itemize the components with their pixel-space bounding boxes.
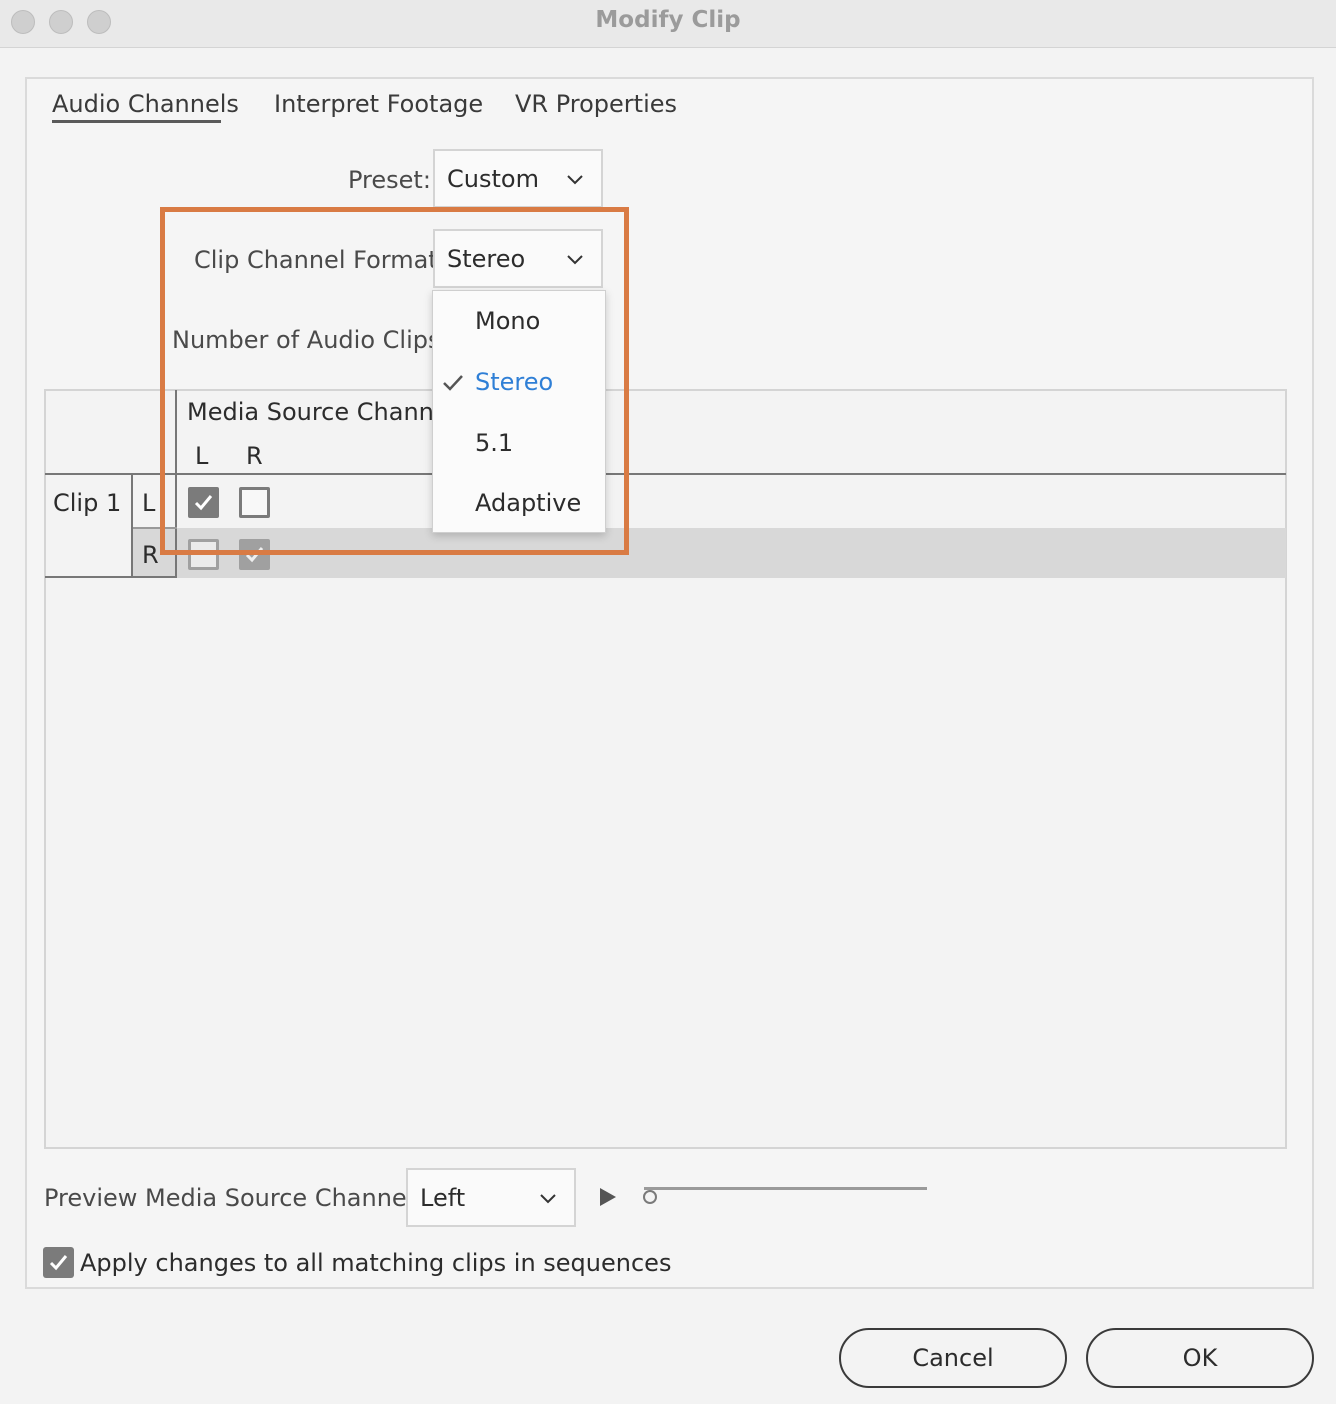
clip-column-divider [131,474,133,578]
preview-channel-value: Left [420,1184,466,1212]
checkmark-icon [49,1255,68,1271]
highlight-annotation-box [160,207,629,555]
active-tab-underline [52,120,221,123]
row-l-label: L [142,489,156,517]
play-icon[interactable] [598,1186,618,1208]
tab-interpret-footage[interactable]: Interpret Footage [274,90,483,118]
preset-value: Custom [447,165,539,193]
chevron-down-icon [567,175,583,185]
tab-audio-channels[interactable]: Audio Channels [52,90,239,118]
preview-channel-label: Preview Media Source Channel: [44,1184,422,1212]
clip-1-label: Clip 1 [53,489,122,517]
row-r-label: R [142,541,159,569]
title-bar: Modify Clip [0,0,1336,48]
tab-vr-properties[interactable]: VR Properties [515,90,677,118]
preview-channel-dropdown[interactable]: Left [406,1168,576,1227]
ok-button[interactable]: OK [1086,1328,1314,1388]
cancel-button[interactable]: Cancel [839,1328,1067,1388]
preset-dropdown[interactable]: Custom [433,149,603,208]
apply-all-checkbox[interactable] [43,1247,74,1278]
chevron-down-icon [540,1194,556,1204]
window-title: Modify Clip [595,7,741,33]
clip-row-bottom-line [45,576,177,578]
apply-all-label[interactable]: Apply changes to all matching clips in s… [80,1249,671,1277]
preview-slider-thumb[interactable] [643,1190,657,1204]
preview-slider-track[interactable] [644,1187,927,1190]
preset-label: Preset: [348,166,431,194]
